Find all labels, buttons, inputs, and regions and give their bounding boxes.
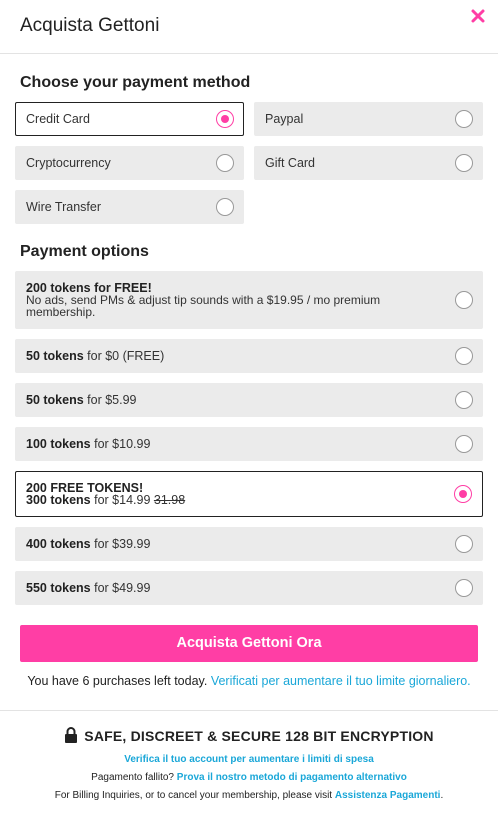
close-icon[interactable] — [470, 8, 486, 24]
method-wire-transfer[interactable]: Wire Transfer — [15, 190, 244, 224]
billing-text: For Billing Inquiries, or to cancel your… — [54, 790, 333, 801]
modal-title: Acquista Gettoni — [20, 15, 160, 36]
option-price: for $10.99 — [94, 437, 151, 451]
method-cryptocurrency[interactable]: Cryptocurrency — [15, 146, 244, 180]
footer: SAFE, DISCREET & SECURE 128 BIT ENCRYPTI… — [0, 710, 498, 817]
option-50-free[interactable]: 50 tokens for $0 (FREE) — [15, 339, 483, 373]
method-label: Wire Transfer — [26, 200, 102, 214]
method-label: Paypal — [265, 112, 304, 126]
option-550-tokens[interactable]: 550 tokens for $49.99 — [15, 571, 483, 605]
option-tokens: 300 tokens — [26, 493, 91, 507]
secure-text: SAFE, DISCREET & SECURE 128 BIT ENCRYPTI… — [84, 728, 434, 744]
alternative-payment-link[interactable]: Prova il nostro metodo di pagamento alte… — [177, 772, 407, 783]
radio[interactable] — [455, 535, 473, 553]
method-gift-card[interactable]: Gift Card — [254, 146, 483, 180]
option-tokens: 400 tokens — [26, 537, 91, 551]
payment-failed-text: Pagamento fallito? — [91, 772, 174, 783]
radio[interactable] — [455, 110, 473, 128]
payment-options-heading: Payment options — [20, 243, 149, 260]
option-tokens: 50 tokens — [26, 393, 84, 407]
option-price: for $39.99 — [94, 537, 151, 551]
billing-support-link[interactable]: Assistenza Pagamenti — [335, 790, 441, 801]
option-price: for $49.99 — [94, 581, 151, 595]
option-tokens: 50 tokens — [26, 349, 84, 363]
option-100-tokens[interactable]: 100 tokens for $10.99 — [15, 427, 483, 461]
radio-selected[interactable] — [216, 110, 234, 128]
radio-selected[interactable] — [454, 485, 472, 503]
option-50-tokens[interactable]: 50 tokens for $5.99 — [15, 383, 483, 417]
radio[interactable] — [216, 198, 234, 216]
billing-end: . — [440, 790, 444, 801]
purchase-limit: You have 6 purchases left today. Verific… — [0, 674, 498, 688]
option-description: No ads, send PMs & adjust tip sounds wit… — [26, 293, 381, 319]
secure-banner: SAFE, DISCREET & SECURE 128 BIT ENCRYPTI… — [0, 727, 498, 744]
buy-tokens-button[interactable]: Acquista Gettoni Ora — [20, 625, 478, 662]
option-tokens: 550 tokens — [26, 581, 91, 595]
option-price: for $14.99 — [94, 493, 151, 507]
option-price: for $0 (FREE) — [87, 349, 165, 363]
radio[interactable] — [216, 154, 234, 172]
method-paypal[interactable]: Paypal — [254, 102, 483, 136]
lock-icon — [64, 727, 78, 743]
payment-method-heading: Choose your payment method — [20, 74, 251, 91]
method-label: Cryptocurrency — [26, 156, 111, 170]
option-tokens: 100 tokens — [26, 437, 91, 451]
radio[interactable] — [455, 435, 473, 453]
verify-limit-link[interactable]: Verificati per aumentare il tuo limite g… — [211, 674, 471, 688]
option-premium-membership[interactable]: 200 tokens for FREE! No ads, send PMs & … — [15, 271, 483, 329]
method-credit-card[interactable]: Credit Card — [15, 102, 244, 136]
option-price: for $5.99 — [87, 393, 137, 407]
radio[interactable] — [455, 347, 473, 365]
modal-header: Acquista Gettoni — [0, 0, 498, 54]
option-400-tokens[interactable]: 400 tokens for $39.99 — [15, 527, 483, 561]
radio[interactable] — [455, 579, 473, 597]
method-label: Credit Card — [26, 112, 90, 126]
option-300-tokens[interactable]: 200 FREE TOKENS! 300 tokens for $14.99 3… — [15, 471, 483, 517]
option-old-price: 31.98 — [153, 493, 186, 507]
radio[interactable] — [455, 154, 473, 172]
verify-account-link[interactable]: Verifica il tuo account per aumentare i … — [124, 754, 374, 765]
radio[interactable] — [455, 391, 473, 409]
method-label: Gift Card — [265, 156, 316, 170]
radio[interactable] — [455, 291, 473, 309]
limit-text: You have 6 purchases left today. — [27, 674, 208, 688]
